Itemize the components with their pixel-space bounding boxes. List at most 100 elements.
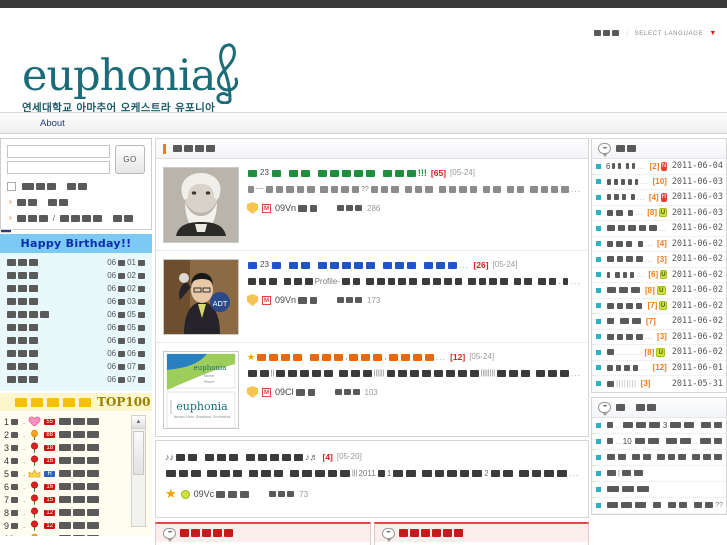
list-item[interactable]: ... [10] 2011-06-03 — [592, 175, 726, 190]
list-item[interactable]: 4 . 16 — [4, 454, 152, 467]
list-item[interactable] — [592, 450, 726, 466]
password-input[interactable] — [7, 161, 110, 174]
birthday-name — [6, 283, 39, 295]
list-item[interactable]: ......... [8] U 2011-06-02 — [592, 345, 726, 361]
post-namecard[interactable]: euphonia Name Phone euphonia Yonsei Univ… — [156, 343, 588, 436]
login-go-button[interactable]: GO — [115, 145, 145, 174]
nav-item-home[interactable] — [1, 112, 28, 233]
list-item[interactable]: 1 . 55 — [4, 415, 152, 428]
scroll-up-icon[interactable]: ▲ — [132, 416, 145, 429]
remember-me-label — [21, 180, 88, 192]
list-item[interactable]: ... [3] 2011-06-02 — [592, 330, 726, 345]
list-item[interactable]: ... [3] 2011-06-02 — [592, 252, 726, 268]
nav-item-5[interactable] — [1, 112, 149, 233]
post-title[interactable]: 23 ... [26] [05-24] — [247, 259, 581, 271]
pink-panel-left[interactable]: ••• — [155, 522, 371, 545]
list-item[interactable]: 9 . 12 — [4, 519, 152, 532]
bullet-icon — [596, 365, 601, 371]
list-item[interactable]: ... [8] U 2011-06-03 — [592, 206, 726, 221]
nav-item-6[interactable] — [1, 112, 167, 233]
list-item[interactable]: [7] 2011-06-02 — [592, 314, 726, 330]
post-author[interactable]: 09Vn — [275, 203, 318, 213]
chevron-down-icon[interactable]: ▼ — [709, 30, 717, 37]
list-item[interactable]: 3 . 18 — [4, 441, 152, 454]
bullet-icon — [596, 272, 601, 278]
top100-body: ▲ 1 . 55 2 . 88 3 . 18 4 . 16 5 . R 6 . … — [0, 411, 152, 536]
list-item[interactable]: 2 . 88 — [4, 428, 152, 441]
list-item[interactable]: 8 . 12 — [4, 506, 152, 519]
list-item[interactable]: ... [4] 2011-06-02 — [592, 237, 726, 252]
list-item[interactable]: ... 2011-06-02 — [592, 221, 726, 237]
nav-item-8[interactable] — [1, 112, 203, 233]
list-item[interactable]: 6 . 16 — [4, 480, 152, 493]
remember-me-row[interactable] — [7, 180, 145, 192]
pink-panel-right[interactable]: ••• — [373, 522, 589, 545]
nav-item-9[interactable] — [1, 112, 221, 233]
list-item[interactable]: 06 07 — [6, 360, 146, 373]
list-item[interactable]: 06 07 — [6, 373, 146, 386]
list-item[interactable]: 06 05 — [6, 308, 146, 321]
post-title[interactable]: 23 !!! [65] [05-24] — [247, 167, 581, 179]
list-item[interactable]: 06 01 — [6, 256, 146, 269]
list-item[interactable]: 06 02 — [6, 269, 146, 282]
post-exclaim: !!! — [417, 168, 427, 178]
list-item[interactable]: 7 . 15 — [4, 493, 152, 506]
userid-input[interactable] — [7, 145, 110, 158]
rank-dot: . — [23, 417, 26, 426]
language-selector[interactable]: | SELECT LANGUAGE ▼ — [593, 30, 717, 37]
list-item[interactable]: | — [592, 466, 726, 482]
signup-link[interactable]: › — [7, 196, 145, 208]
scrollbar-thumb[interactable] — [133, 431, 144, 475]
list-item[interactable]: ... [4] H 2011-06-03 — [592, 190, 726, 206]
post-brahms[interactable]: 23 !!! [65] [05-24] ~~ ?? ... M 09Vn 286 — [156, 159, 588, 251]
level-badge-icon — [180, 489, 190, 499]
list-item[interactable]: 06 02 — [6, 282, 146, 295]
list-item[interactable]: [8] U 2011-06-02 — [592, 283, 726, 299]
excerpt-label: Profile- — [314, 277, 340, 286]
title-number: 23 — [260, 260, 269, 269]
music-board[interactable]: ♪♪ ♪♬ [4] [05-20] ||| 2011 1 2 ... ★ 09V… — [155, 440, 589, 518]
nav-item-2[interactable] — [1, 112, 95, 233]
list-item[interactable]: 06 03 — [6, 295, 146, 308]
shield-icon — [247, 386, 258, 398]
nav-item-7[interactable] — [1, 112, 185, 233]
nav-item-10[interactable] — [1, 112, 247, 233]
birthday-date: 06 07 — [107, 375, 146, 384]
row-text: ... — [606, 208, 643, 217]
post-author[interactable]: 09Vn — [275, 295, 318, 305]
list-item[interactable]: 10 . 11 — [4, 532, 152, 536]
pink-panel-right-title — [398, 527, 464, 539]
bullet-icon — [596, 454, 601, 460]
login-fields — [7, 145, 110, 174]
top100-scrollbar[interactable]: ▲ — [131, 415, 146, 527]
post-title[interactable]: ★ , , ... [12] [05-24] — [247, 351, 581, 363]
list-item[interactable]: 6 ... [2] N 2011-06-04 — [592, 159, 726, 175]
music-post-title[interactable]: ♪♪ ♪♬ [4] [05-20] — [165, 451, 579, 463]
list-item[interactable] — [592, 482, 726, 498]
speech-bubble-icon: ••• — [598, 401, 611, 416]
find-id-pw-link[interactable]: › / — [7, 212, 145, 224]
conductor-photo-thumbnail[interactable]: ADT — [163, 259, 239, 335]
list-item[interactable]: 5 . R — [4, 467, 152, 480]
post-conductor[interactable]: ADT 23 ... [26] [05-24] Profile- . ... M… — [156, 251, 588, 343]
list-item[interactable]: 06 06 — [6, 334, 146, 347]
post-author[interactable]: 09Cl — [275, 387, 316, 397]
list-item[interactable]: .. 3 — [592, 418, 726, 434]
list-item[interactable]: [7] U 2011-06-02 — [592, 299, 726, 314]
list-item[interactable]: .. 10 .. — [592, 434, 726, 450]
list-item[interactable]: ... [6] U 2011-06-02 — [592, 268, 726, 283]
nav-item-3[interactable] — [1, 112, 113, 233]
euphonia-namecard-thumbnail[interactable]: euphonia Name Phone euphonia Yonsei Univ… — [163, 351, 239, 429]
nav-item-about[interactable]: About — [28, 112, 77, 134]
site-logo[interactable]: euphonia 연세대학교 아마추어 오케스트라 유포니아 — [22, 42, 245, 115]
list-item[interactable]: 06 06 — [6, 347, 146, 360]
list-item[interactable]: 06 05 — [6, 321, 146, 334]
post-author[interactable]: 09Vc — [194, 489, 251, 499]
remember-me-checkbox[interactable] — [7, 181, 16, 191]
list-item[interactable]: ?? — [592, 498, 726, 514]
brahms-portrait-thumbnail[interactable] — [163, 167, 239, 243]
nav-item-4[interactable] — [1, 112, 131, 233]
row-text: .. 3 — [606, 421, 723, 430]
list-item[interactable]: |||||||| [3] 2011-05-31 — [592, 376, 726, 392]
list-item[interactable]: ... [12] 2011-06-01 — [592, 361, 726, 376]
